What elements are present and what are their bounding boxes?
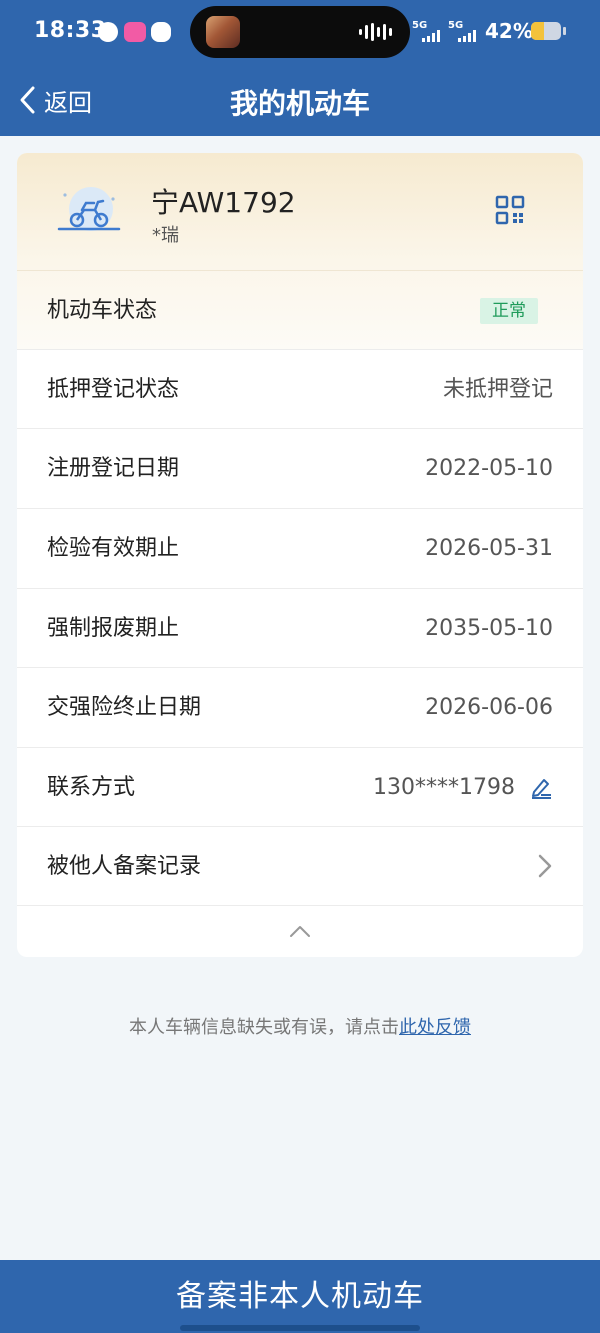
- motorcycle-icon: [57, 187, 121, 231]
- mortgage-status-label: 抵押登记状态: [47, 377, 180, 402]
- vehicle-status-label: 机动车状态: [47, 298, 158, 323]
- scrap-date-value: 2035-05-10: [425, 616, 553, 641]
- wechat-icon: [151, 22, 171, 42]
- records-label: 被他人备案记录: [47, 854, 202, 879]
- inspection-expiry-label: 检验有效期止: [47, 536, 180, 561]
- feedback-note: 本人车辆信息缺失或有误，请点击此处反馈: [0, 1013, 600, 1039]
- insurance-expiry-label: 交强险终止日期: [47, 695, 202, 720]
- collapse-toggle[interactable]: [17, 905, 583, 957]
- row-insurance-expiry: 交强险终止日期 2026-06-06: [17, 667, 583, 746]
- row-mortgage-status: 抵押登记状态 未抵押登记: [17, 349, 583, 428]
- row-inspection-expiry: 检验有效期止 2026-05-31: [17, 508, 583, 587]
- media-thumbnail-icon: [206, 16, 240, 48]
- qr-code-icon[interactable]: [495, 195, 525, 225]
- license-plate: 宁AW1792: [151, 186, 296, 219]
- status-badge: 正常: [480, 298, 538, 324]
- scrap-date-label: 强制报废期止: [47, 616, 180, 641]
- row-vehicle-status: 机动车状态 正常: [17, 270, 583, 349]
- battery-level: [531, 22, 544, 40]
- inspection-expiry-value: 2026-05-31: [425, 536, 553, 561]
- register-date-label: 注册登记日期: [47, 456, 180, 481]
- page-title: 我的机动车: [229, 87, 370, 120]
- status-bar: 18:33 5G 5G 42%: [0, 0, 600, 64]
- contact-value: 130****1798: [373, 775, 515, 800]
- contact-label: 联系方式: [47, 775, 136, 800]
- register-non-owned-vehicle-button[interactable]: 备案非本人机动车: [0, 1260, 600, 1333]
- chevron-up-icon: [290, 926, 310, 937]
- signal-icon: [422, 30, 440, 42]
- vehicle-card: 宁AW1792 *瑞 机动车状态 正常 抵押登记状态 未抵押登记 注册登记日期 …: [17, 153, 583, 957]
- dynamic-island[interactable]: [190, 6, 410, 58]
- row-scrap-date: 强制报废期止 2035-05-10: [17, 588, 583, 667]
- battery-icon: [531, 22, 561, 40]
- home-indicator: [180, 1325, 420, 1331]
- signal-icon: [458, 30, 476, 42]
- owner-name: *瑞: [152, 225, 179, 246]
- nav-bar: 返回 我的机动车: [0, 64, 600, 136]
- status-time: 18:33: [34, 18, 107, 43]
- row-register-date: 注册登记日期 2022-05-10: [17, 428, 583, 507]
- feedback-link[interactable]: 此处反馈: [399, 1017, 471, 1038]
- feedback-text: 本人车辆信息缺失或有误，请点击: [129, 1017, 399, 1038]
- audio-wave-icon: [359, 23, 392, 41]
- register-date-value: 2022-05-10: [425, 456, 553, 481]
- app-notification-icon: [98, 22, 118, 42]
- mortgage-status-value: 未抵押登记: [442, 377, 553, 402]
- app-header: 18:33 5G 5G 42% 返回 我的机动车: [0, 0, 600, 136]
- row-contact: 联系方式 130****1798: [17, 747, 583, 826]
- music-app-icon: [124, 22, 146, 42]
- row-records-by-others[interactable]: 被他人备案记录: [17, 826, 583, 905]
- chevron-right-icon: [538, 854, 552, 878]
- insurance-expiry-value: 2026-06-06: [425, 695, 553, 720]
- battery-percent: 42%: [485, 19, 533, 43]
- battery-cap: [563, 27, 566, 35]
- edit-icon[interactable]: [529, 775, 553, 799]
